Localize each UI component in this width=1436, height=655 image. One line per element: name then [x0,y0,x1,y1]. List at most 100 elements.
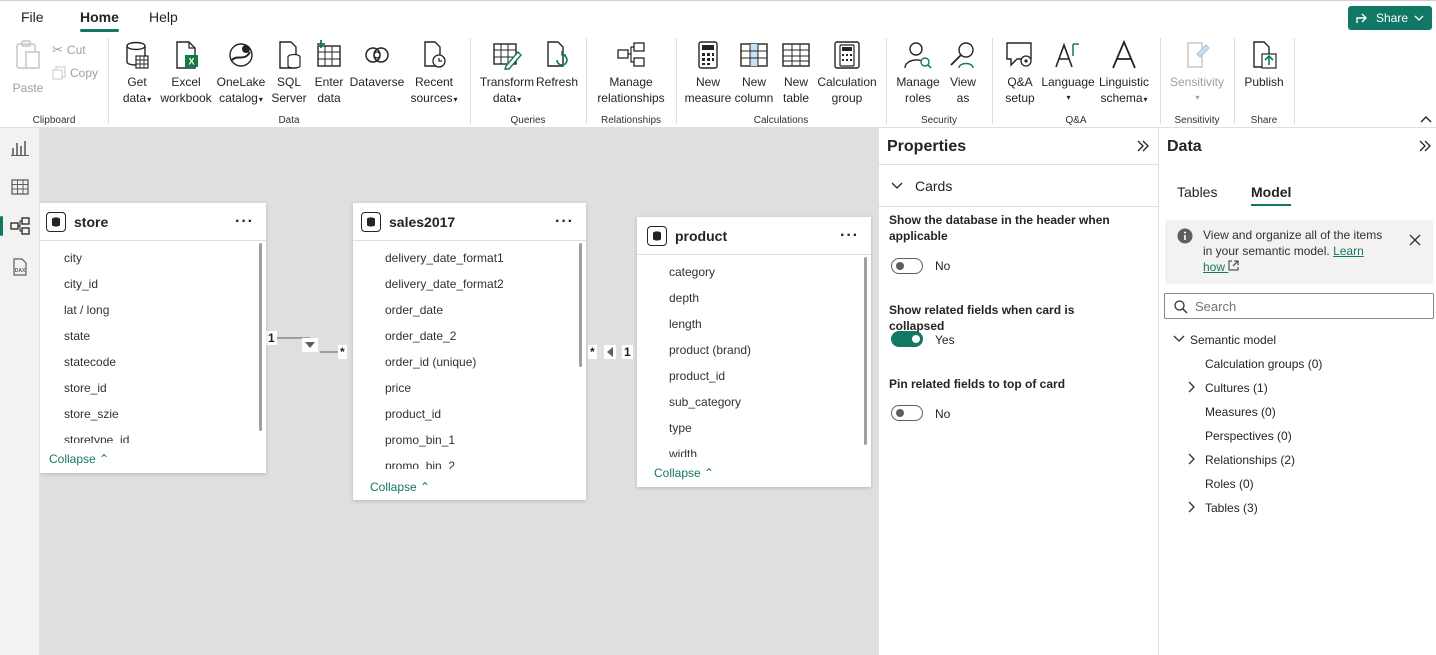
field-item[interactable]: product_id [669,369,725,383]
chevron-down-icon[interactable] [1173,335,1185,343]
security-group: Security [886,38,992,126]
properties-title: Properties [887,138,967,155]
collapse-label: Collapse [370,480,417,494]
qa-group-label: Q&A [1065,115,1087,126]
chevron-up-icon: ⌃ [704,466,715,480]
properties-pane: Properties Cards Show the database in th… [878,128,1159,655]
field-item[interactable]: delivery_date_format2 [385,277,504,291]
card-header[interactable]: product ··· [637,217,871,255]
card-title: product [675,227,728,244]
tree-item-roles[interactable]: Roles (0) [1205,477,1254,491]
tree-item-relationships[interactable]: Relationships (2) [1205,453,1295,467]
info-icon [1177,228,1193,244]
pin-related-fields-toggle[interactable] [891,405,923,421]
model-view-button[interactable] [0,212,34,240]
tree-item-calculation-groups[interactable]: Calculation groups (0) [1205,357,1322,371]
field-item[interactable]: storetype_id [64,433,129,443]
chevron-right-icon[interactable] [1188,453,1196,465]
field-item[interactable]: city [64,251,82,265]
field-item[interactable]: lat / long [64,303,109,317]
menu-tab-home[interactable]: Home [80,9,119,32]
field-item[interactable]: city_id [64,277,98,291]
field-item[interactable]: store_id [64,381,107,395]
field-item[interactable]: promo_bin_2 [385,459,455,469]
collapse-button[interactable]: Collapse ⌃ [370,480,430,494]
tab-tables[interactable]: Tables [1177,184,1217,200]
model-canvas[interactable]: 1 * * 1 store ··· city city_id lat / lon… [40,128,878,655]
table-view-button[interactable] [6,173,34,201]
field-item[interactable]: product_id [385,407,441,421]
search-input[interactable] [1195,297,1427,315]
tree-item-measures[interactable]: Measures (0) [1205,405,1276,419]
dax-icon: DAX [13,258,27,276]
field-item[interactable]: length [669,317,702,331]
show-database-toggle[interactable] [891,258,923,274]
field-item[interactable]: statecode [64,355,116,369]
field-item[interactable]: depth [669,291,699,305]
report-view-button[interactable] [6,134,34,162]
field-item[interactable]: state [64,329,90,343]
field-item[interactable]: store_szie [64,407,119,421]
card-header[interactable]: store ··· [40,203,266,241]
share-group-label: Share [1250,115,1278,126]
tree-item-perspectives[interactable]: Perspectives (0) [1205,429,1292,443]
more-options-icon[interactable]: ··· [840,227,859,245]
calculations-group-label: Calculations [753,115,809,126]
collapse-button[interactable]: Collapse ⌃ [654,466,714,480]
field-item[interactable]: order_date_2 [385,329,456,343]
tab-model[interactable]: Model [1251,184,1292,206]
filter-direction-icon[interactable] [604,345,616,359]
field-item[interactable]: type [669,421,692,435]
show-related-fields-toggle[interactable] [891,331,923,347]
chevron-right-icon[interactable] [1188,381,1196,393]
more-options-icon[interactable]: ··· [235,213,254,231]
menu-bar: File Home Help Share [0,0,1436,34]
share-button[interactable]: Share [1348,6,1432,30]
filter-direction-icon[interactable] [302,338,318,352]
tree-item-tables[interactable]: Tables (3) [1205,501,1258,515]
field-item[interactable]: promo_bin_1 [385,433,455,447]
menu-tab-file[interactable]: File [21,9,44,25]
share-group: Share [1234,38,1294,126]
field-item[interactable]: order_id (unique) [385,355,476,369]
table-card-product[interactable]: product ··· category depth length produc… [637,217,871,487]
data-group-label: Data [278,115,300,126]
more-options-icon[interactable]: ··· [555,213,574,231]
card-header[interactable]: sales2017 ··· [353,203,586,241]
grid-icon [11,179,29,195]
dax-query-view-button[interactable]: DAX [6,253,34,281]
ribbon: Paste ✂ Cut Copy Clipboard Get data▾ X E… [0,34,1436,128]
tree-root-semantic-model[interactable]: Semantic model [1190,333,1276,347]
field-item[interactable]: order_date [385,303,443,317]
chevron-right-icon[interactable] [1188,501,1196,513]
chevron-up-icon: ⌃ [99,452,110,466]
card-scrollbar[interactable] [579,243,582,367]
tree-item-cultures[interactable]: Cultures (1) [1205,381,1268,395]
cards-section-header[interactable]: Cards [891,178,952,194]
info-banner: View and organize all of the items in yo… [1165,220,1433,284]
collapse-button[interactable]: Collapse ⌃ [49,452,109,466]
data-pane-title: Data [1167,138,1202,155]
close-icon[interactable] [1409,234,1421,246]
table-card-store[interactable]: store ··· city city_id lat / long state … [40,203,266,473]
relationship-line[interactable] [320,351,340,353]
field-item[interactable]: delivery_date_format1 [385,251,504,265]
menu-tab-help[interactable]: Help [149,9,178,25]
collapse-pane-icon[interactable] [1418,140,1432,152]
bar-chart-icon [11,141,29,156]
queries-group-label: Queries [510,115,546,126]
sensitivity-group-label: Sensitivity [1174,115,1220,126]
card-scrollbar[interactable] [864,257,867,445]
collapse-label: Collapse [654,466,701,480]
data-group: Data [108,38,470,126]
field-item[interactable]: width [669,447,697,457]
field-item[interactable]: product (brand) [669,343,751,357]
search-box[interactable] [1164,293,1434,319]
collapse-ribbon-icon[interactable] [1420,115,1432,123]
card-scrollbar[interactable] [259,243,262,431]
field-item[interactable]: price [385,381,411,395]
table-card-sales2017[interactable]: sales2017 ··· delivery_date_format1 deli… [353,203,586,500]
collapse-pane-icon[interactable] [1136,140,1150,152]
field-item[interactable]: category [669,265,715,279]
field-item[interactable]: sub_category [669,395,741,409]
